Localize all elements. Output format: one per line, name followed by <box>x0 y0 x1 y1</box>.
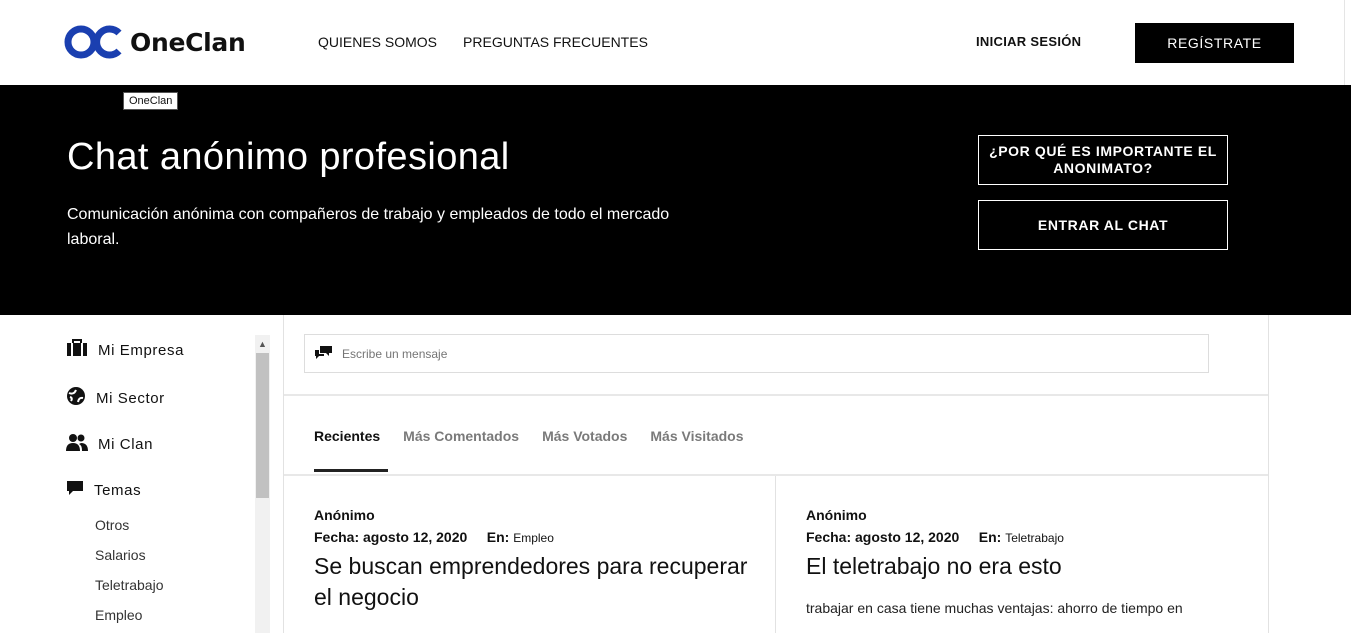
nav-quienes-somos[interactable]: QUIENES SOMOS <box>318 34 437 50</box>
post-tabs: Recientes Más Comentados Más Votados Más… <box>314 428 744 444</box>
message-composer[interactable] <box>304 334 1209 373</box>
post-category[interactable]: Teletrabajo <box>1005 531 1064 545</box>
hero-banner: OneClan Chat anónimo profesional Comunic… <box>0 85 1351 315</box>
sidebar-subitem-otros[interactable]: Otros <box>95 517 129 533</box>
sidebar-item-mi-clan[interactable]: Mi Clan <box>66 433 153 455</box>
tooltip: OneClan <box>123 92 179 110</box>
comments-icon <box>315 345 332 362</box>
post-title[interactable]: Se buscan emprendedores para recuperar e… <box>314 551 754 613</box>
logo-text: OneClan <box>130 27 246 57</box>
chat-bubble-icon <box>66 480 84 500</box>
tab-recientes[interactable]: Recientes <box>314 428 380 444</box>
login-link[interactable]: INICIAR SESIÓN <box>976 34 1081 49</box>
hero-subtitle: Comunicación anónima con compañeros de t… <box>67 206 670 248</box>
tab-mas-votados[interactable]: Más Votados <box>542 428 627 444</box>
post-meta: Fecha: agosto 12, 2020 En: Teletrabajo <box>806 529 1246 545</box>
date-label: Fecha: <box>314 529 360 545</box>
post-category[interactable]: Empleo <box>513 531 554 545</box>
sidebar-item-mi-sector[interactable]: Mi Sector <box>66 386 165 410</box>
tab-mas-visitados[interactable]: Más Visitados <box>650 428 743 444</box>
column-divider <box>775 476 776 633</box>
post-excerpt: trabajar en casa tiene muchas ventajas: … <box>806 600 1183 616</box>
nav-preguntas-frecuentes[interactable]: PREGUNTAS FRECUENTES <box>463 34 648 50</box>
active-tab-indicator <box>314 469 388 472</box>
category-label: En: <box>978 529 1002 545</box>
page-scrollbar[interactable] <box>1344 0 1351 85</box>
sidebar-item-temas[interactable]: Temas <box>66 480 141 500</box>
sidebar-item-label: Mi Sector <box>96 389 165 407</box>
sidebar-item-label: Mi Clan <box>98 435 154 453</box>
site-header: OneClan QUIENES SOMOS PREGUNTAS FRECUENT… <box>0 0 1351 85</box>
sidebar-item-mi-empresa[interactable]: Mi Empresa <box>66 339 184 361</box>
sidebar-subitem-teletrabajo[interactable]: Teletrabajo <box>95 577 164 593</box>
tab-mas-comentados[interactable]: Más Comentados <box>403 428 519 444</box>
sidebar-subitem-salarios[interactable]: Salarios <box>95 547 146 563</box>
message-input[interactable] <box>342 346 1162 361</box>
post-card[interactable]: Anónimo Fecha: agosto 12, 2020 En: Telet… <box>806 507 1246 616</box>
users-icon <box>66 433 88 455</box>
post-date: agosto 12, 2020 <box>855 529 960 545</box>
sidebar-item-label: Mi Empresa <box>98 341 185 359</box>
post-author: Anónimo <box>806 507 867 523</box>
oneclan-logo-icon <box>64 25 122 59</box>
post-date: agosto 12, 2020 <box>363 529 468 545</box>
why-anonymity-button[interactable]: ¿POR QUÉ ES IMPORTANTE EL ANONIMATO? <box>978 135 1228 185</box>
sidebar-item-label: Temas <box>94 481 142 499</box>
category-label: En: <box>486 529 510 545</box>
briefcase-icon <box>66 339 88 361</box>
divider <box>284 474 1268 476</box>
post-card[interactable]: Anónimo Fecha: agosto 12, 2020 En: Emple… <box>314 507 754 613</box>
post-title[interactable]: El teletrabajo no era esto <box>806 551 1246 582</box>
main-nav: QUIENES SOMOS PREGUNTAS FRECUENTES <box>318 34 648 50</box>
register-button[interactable]: REGÍSTRATE <box>1135 23 1294 63</box>
globe-icon <box>66 386 86 410</box>
post-meta: Fecha: agosto 12, 2020 En: Empleo <box>314 529 754 545</box>
page-title: Chat anónimo profesional <box>67 136 510 178</box>
scroll-up-arrow-icon[interactable]: ▲ <box>255 335 270 352</box>
divider <box>284 394 1268 396</box>
sidebar-subitem-empleo[interactable]: Empleo <box>95 607 142 623</box>
post-author: Anónimo <box>314 507 375 523</box>
logo[interactable]: OneClan <box>64 24 246 60</box>
enter-chat-button[interactable]: ENTRAR AL CHAT <box>978 200 1228 250</box>
date-label: Fecha: <box>806 529 852 545</box>
sidebar-scrollbar-thumb[interactable] <box>256 353 269 498</box>
